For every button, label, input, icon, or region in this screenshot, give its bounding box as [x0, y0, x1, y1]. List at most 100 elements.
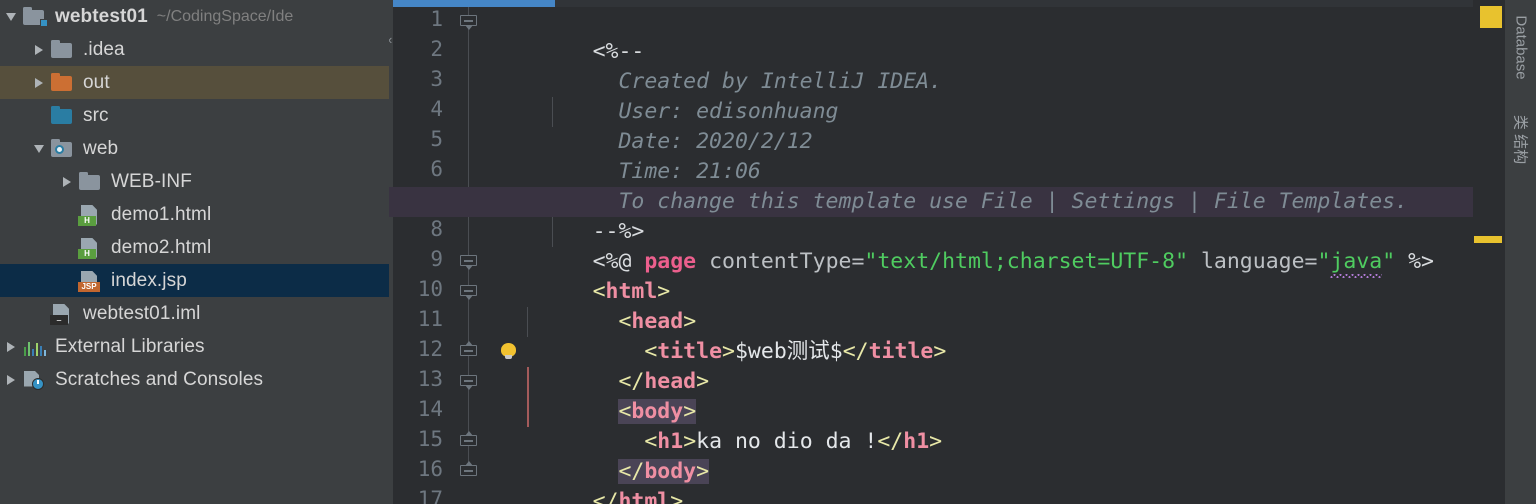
- chevron-down-icon[interactable]: [0, 13, 22, 21]
- tool-window-database-label: Database: [1512, 15, 1530, 80]
- code-line-1: <%--: [489, 7, 645, 64]
- code-line-4: Date: 2020/2/12: [489, 97, 812, 154]
- code-line-12: </head>: [489, 337, 709, 394]
- tree-node-label: webtest01.iml: [83, 302, 201, 324]
- token-attr-language: language=: [1188, 249, 1318, 274]
- tree-node-web-inf[interactable]: WEB-INF: [0, 165, 389, 198]
- code-line-3: User: edisonhuang: [489, 67, 838, 124]
- tree-node-web[interactable]: web: [0, 132, 389, 165]
- project-tree[interactable]: webtest01 ~/CodingSpace/Ide .idea out src web…: [0, 0, 389, 396]
- line-number-2: 2: [430, 37, 443, 61]
- token-comment: To change this template use File | Setti…: [592, 189, 1409, 214]
- fold-marker-line-10[interactable]: [460, 285, 477, 300]
- tree-node-label: External Libraries: [55, 335, 205, 357]
- token-tag-h1: h1: [903, 429, 930, 454]
- tree-node-label: Scratches and Consoles: [55, 368, 264, 390]
- tree-node-src[interactable]: src: [0, 99, 389, 132]
- code-editor[interactable]: ‹ 1234567891011121314151617 <%-- Created…: [389, 0, 1536, 504]
- warning-stripe-top[interactable]: [1480, 6, 1502, 28]
- html-file-icon: H: [78, 237, 104, 259]
- tree-node-idea[interactable]: .idea: [0, 33, 389, 66]
- tree-node-external-libraries[interactable]: External Libraries: [0, 330, 389, 363]
- fold-marker-line-15[interactable]: [460, 431, 477, 450]
- chevron-left-icon[interactable]: ‹: [389, 32, 392, 47]
- tree-node-webtest01[interactable]: webtest01 ~/CodingSpace/Ide: [0, 0, 389, 33]
- tree-node-demo2-html[interactable]: Hdemo2.html: [0, 231, 389, 264]
- fold-marker-line-1[interactable]: [460, 15, 477, 30]
- token-quote: ": [1175, 249, 1189, 274]
- token-h1-text: ka no dio da !: [696, 429, 878, 454]
- tree-node-out[interactable]: out: [0, 66, 389, 99]
- intention-bulb-icon[interactable]: [501, 343, 518, 360]
- token-string-contenttype: text/html;charset=UTF-8: [877, 249, 1176, 274]
- tool-window-structure-label: 类 结构: [1511, 114, 1529, 165]
- line-number-12: 12: [417, 337, 443, 361]
- line-number-8: 8: [430, 217, 443, 241]
- token-tag-title: title: [868, 339, 934, 364]
- indent-guide: [527, 307, 528, 337]
- fold-marker-line-12[interactable]: [460, 341, 477, 360]
- libraries-icon: [22, 336, 48, 358]
- code-line-13: <body>: [489, 367, 697, 424]
- scratches-icon: [22, 369, 48, 391]
- token-bracket-close-open: </: [592, 489, 619, 504]
- editor-tab-strip[interactable]: [389, 0, 1536, 7]
- token-bracket-close-open: </: [877, 429, 904, 454]
- token-bracket-close-open: </: [842, 339, 869, 364]
- code-line-11: <title>$web测试$</title>: [489, 307, 946, 364]
- fold-marker-line-16[interactable]: [460, 461, 477, 480]
- fold-marker-line-13[interactable]: [460, 375, 477, 390]
- chevron-right-icon[interactable]: [28, 45, 50, 55]
- folder-grey-icon: [78, 171, 104, 193]
- chevron-right-icon[interactable]: [56, 177, 78, 187]
- line-number-4: 4: [430, 97, 443, 121]
- right-tool-window-bar[interactable]: Database 类 结构: [1504, 0, 1536, 504]
- token-quote: ": [1382, 249, 1396, 274]
- tree-node-path: ~/CodingSpace/Ide: [156, 7, 294, 25]
- line-number-11: 11: [417, 307, 443, 331]
- code-line-16: </html>: [489, 457, 684, 504]
- tool-window-structure[interactable]: 类 结构: [1505, 102, 1536, 174]
- module-folder-icon: [22, 6, 48, 28]
- tree-node-demo1-html[interactable]: Hdemo1.html: [0, 198, 389, 231]
- tree-node-label: webtest01: [55, 5, 148, 27]
- code-line-7: --%>: [489, 187, 645, 244]
- project-tool-window[interactable]: webtest01 ~/CodingSpace/Ide .idea out src web…: [0, 0, 389, 504]
- folder-blue-icon: [50, 105, 76, 127]
- tree-node-label: out: [83, 71, 110, 93]
- code-area[interactable]: <%-- Created by IntelliJ IDEA. User: edi…: [389, 7, 1536, 504]
- tree-node-index-jsp[interactable]: JSP index.jsp: [0, 264, 389, 297]
- tree-node-label: .idea: [83, 38, 125, 60]
- tool-window-database[interactable]: Database: [1505, 8, 1536, 88]
- line-number-15: 15: [417, 427, 443, 451]
- tree-node-label: index.jsp: [111, 269, 187, 291]
- chevron-right-icon[interactable]: [28, 78, 50, 88]
- line-number-6: 6: [430, 157, 443, 181]
- folder-grey-icon: [50, 39, 76, 61]
- fold-marker-line-9[interactable]: [460, 255, 477, 270]
- editor-gutter[interactable]: 1234567891011121314151617: [393, 7, 489, 504]
- fold-guide-line: [468, 7, 469, 470]
- intellij-idea-window: webtest01 ~/CodingSpace/Ide .idea out src web…: [0, 0, 1536, 504]
- line-number-16: 16: [417, 457, 443, 481]
- active-tab-indicator[interactable]: [393, 0, 555, 7]
- warning-stripe-line8[interactable]: [1474, 236, 1502, 243]
- chevron-down-icon[interactable]: [28, 145, 50, 153]
- token-bracket-close: >: [696, 369, 710, 394]
- error-stripe-marker-bar[interactable]: [1473, 0, 1504, 504]
- token-bracket-close: >: [929, 429, 943, 454]
- tree-node-label: src: [83, 104, 109, 126]
- tree-node-label: WEB-INF: [111, 170, 192, 192]
- line-number-14: 14: [417, 397, 443, 421]
- code-line-15: </body>: [489, 427, 710, 484]
- code-line-5: Time: 21:06: [489, 127, 760, 184]
- tree-node-scratches-and-consoles[interactable]: Scratches and Consoles: [0, 363, 389, 396]
- chevron-right-icon[interactable]: [0, 375, 22, 385]
- chevron-right-icon[interactable]: [0, 342, 22, 352]
- tree-node-webtest01-iml[interactable]: – webtest01.iml: [0, 297, 389, 330]
- token-bracket-close: >: [722, 339, 735, 364]
- token-directive-close: %>: [1395, 249, 1435, 274]
- jsp-file-icon: JSP: [78, 270, 104, 292]
- web-folder-icon: [50, 138, 76, 160]
- code-line-14: <h1>ka no dio da !</h1>: [489, 397, 942, 454]
